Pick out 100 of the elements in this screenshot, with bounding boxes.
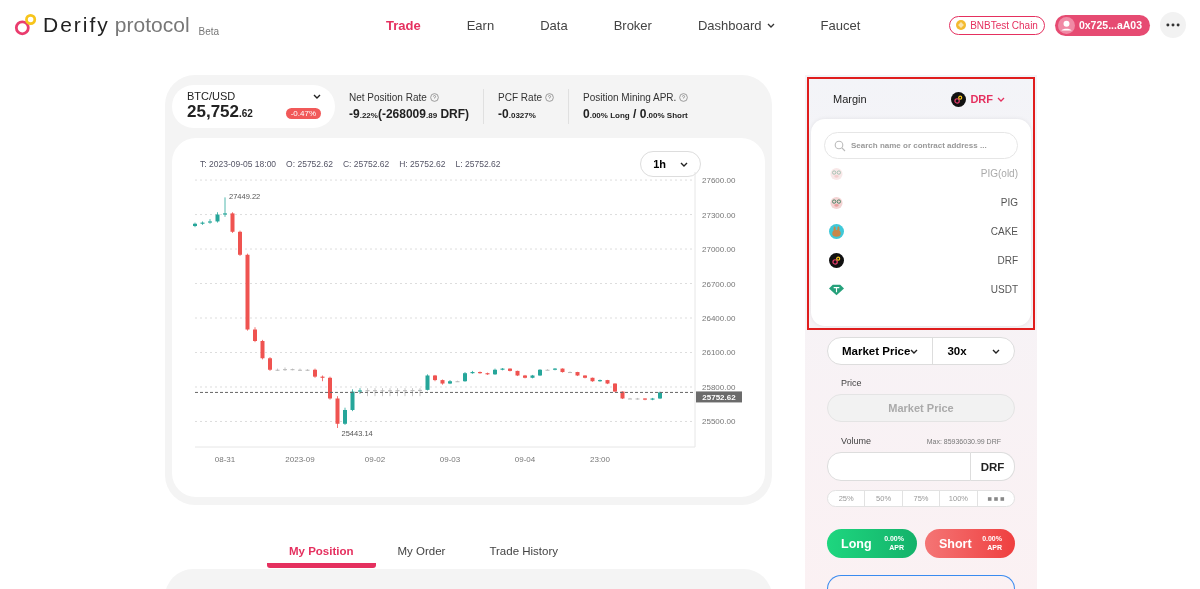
candle: [455, 380, 460, 383]
axis-label: 26100.00: [702, 348, 736, 358]
candle: [635, 397, 640, 401]
stat-label: Position Mining APR.: [583, 92, 677, 103]
logo-icon: [951, 91, 967, 107]
search-field[interactable]: Search name or contract address ...: [824, 132, 1018, 159]
candle: [208, 218, 212, 225]
logo-icon: [829, 253, 844, 268]
help-icon[interactable]: [429, 93, 439, 102]
axis-label: 09-04: [514, 455, 536, 464]
candle: [320, 375, 325, 382]
logo-icon: [14, 13, 38, 37]
candle: [365, 387, 370, 397]
candle: [305, 368, 310, 372]
price-label: Price: [841, 378, 862, 388]
candle: [275, 368, 280, 372]
candle: [200, 221, 205, 226]
help-icon[interactable]: [679, 93, 689, 102]
candle: [223, 197, 227, 218]
candle: [448, 379, 452, 385]
token-option[interactable]: DRF: [824, 246, 1018, 275]
candle: [425, 373, 430, 391]
candle: [358, 387, 362, 395]
candle: [545, 368, 550, 371]
caret-icon: [313, 93, 321, 99]
axis-label: 23:00: [590, 455, 610, 464]
tab[interactable]: My Order: [375, 543, 468, 568]
nav-link[interactable]: Earn: [443, 17, 518, 33]
candle: [658, 391, 662, 400]
nav-link[interactable]: Trade: [363, 17, 444, 33]
price-value: 25,752.62: [187, 102, 253, 122]
candle: [298, 368, 302, 372]
candle: [313, 368, 317, 379]
more-icon: [986, 495, 1005, 502]
order-type-dropdown[interactable]: Market Price: [828, 338, 934, 364]
margin-label: Margin: [833, 93, 867, 105]
candle: [268, 356, 272, 372]
volume-field[interactable]: [827, 452, 971, 481]
bunny-icon: [829, 224, 844, 239]
last-price-label: 25752.62: [696, 391, 742, 403]
candle: [470, 370, 475, 375]
candle: [238, 230, 242, 257]
candle: [230, 211, 235, 234]
pair-selector[interactable]: BTC/USD 25,752.62 -0.47%: [172, 85, 335, 128]
candle: [515, 370, 520, 377]
network-button[interactable]: BNBTest Chain: [949, 15, 1045, 35]
search-icon: [834, 140, 846, 152]
nav-link[interactable]: Dashboard: [674, 17, 798, 33]
candle: [553, 367, 557, 371]
pig-icon: [829, 195, 844, 210]
pig-icon: [829, 166, 844, 181]
candle: [335, 395, 340, 429]
token-option[interactable]: PIG: [824, 188, 1018, 217]
candle: [343, 407, 347, 426]
candle: [290, 368, 295, 371]
ohlc-value: H: 25752.62: [399, 159, 446, 169]
candle: [575, 371, 580, 377]
candle: [463, 371, 467, 383]
candle: [328, 376, 332, 401]
candle: [650, 397, 655, 401]
candle: [590, 377, 595, 383]
stat-label: Net Position Rate: [349, 92, 427, 103]
caret-icon: [910, 348, 919, 354]
leverage-dropdown[interactable]: 30x: [933, 338, 1014, 364]
caret-icon: [997, 96, 1005, 102]
candle: [530, 374, 535, 379]
caret-icon: [680, 161, 688, 167]
ref-line-label: 25752.62: [702, 392, 737, 402]
candle: [493, 368, 497, 376]
axis-label: 27600.00: [702, 176, 736, 186]
candle: [620, 390, 625, 400]
axis-label: 27300.00: [702, 210, 736, 220]
axis-label: 2023-09: [285, 455, 315, 464]
change-badge: -0.47%: [285, 108, 321, 119]
caret-icon: [992, 348, 1000, 354]
candle: [538, 368, 542, 377]
brand-suffix: protocol: [114, 13, 190, 37]
token-option[interactable]: CAKE: [824, 217, 1018, 246]
tab[interactable]: Trade History: [467, 543, 580, 568]
candle: [560, 367, 565, 373]
nav-link[interactable]: Data: [517, 17, 591, 33]
wallet-button[interactable]: 0x725...aA03: [1054, 14, 1150, 36]
token-option[interactable]: USDT: [824, 275, 1018, 304]
help-icon[interactable]: [545, 93, 554, 102]
more-icon[interactable]: [1160, 12, 1186, 38]
ohlc-value: C: 25752.62: [342, 159, 390, 169]
candle: [395, 387, 400, 397]
axis-label: 09-03: [439, 455, 461, 464]
nav-link[interactable]: Broker: [590, 17, 675, 33]
coin-icon: [956, 20, 967, 30]
nav-link[interactable]: Faucet: [797, 17, 884, 33]
stat-label: PCF Rate: [498, 92, 542, 103]
user-icon: [1057, 16, 1075, 34]
candle: [215, 211, 220, 223]
candle: [440, 379, 445, 386]
interval-dropdown[interactable]: 1h: [640, 151, 701, 177]
candle: [643, 397, 647, 401]
token-selector[interactable]: DRF: [945, 90, 1011, 108]
candle: [485, 372, 490, 376]
stat-value: 0.00% Long / 0.00% Short: [583, 107, 689, 121]
